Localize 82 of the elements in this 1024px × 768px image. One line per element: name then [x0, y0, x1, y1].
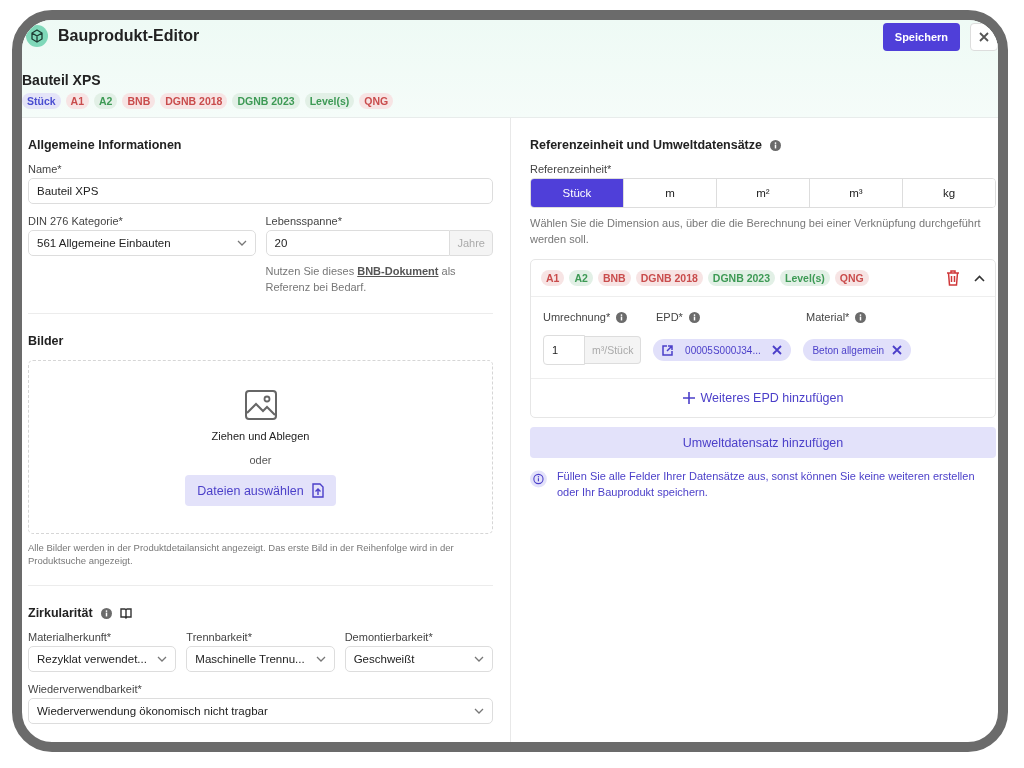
dropdown[interactable]: Maschinelle Trennu... [186, 646, 335, 672]
field-label: Wiederverwendbarkeit* [28, 683, 143, 695]
tag: A2 [569, 270, 593, 286]
book-icon[interactable] [119, 607, 132, 619]
tag: DGNB 2023 [232, 93, 300, 109]
info-icon[interactable] [100, 607, 112, 619]
tag: DGNB 2018 [160, 93, 228, 109]
cube-logo-icon [26, 25, 48, 47]
close-button[interactable] [970, 23, 998, 51]
tag: QNG [359, 93, 394, 109]
tag: DGNB 2018 [635, 270, 703, 286]
tag: BNB [597, 270, 631, 286]
plus-icon [682, 392, 695, 404]
tag: DGNB 2023 [707, 270, 776, 286]
unit-suffix: m³/Stück [585, 336, 642, 364]
epd-id: 00005S000J34... [685, 344, 761, 356]
field-label: Demontierbarkeit* [344, 631, 434, 643]
dialog-title: Bauprodukt-Editor [58, 27, 201, 45]
tag: Level(s) [780, 270, 830, 286]
field-label: Material* [806, 311, 850, 323]
material-chip[interactable]: Beton allgemein [803, 339, 912, 361]
unit-suffix: Jahre [450, 230, 493, 256]
unit-tab[interactable]: Stück [531, 179, 623, 207]
tag: Level(s) [304, 93, 355, 109]
category-dropdown[interactable]: 561 Allgemeine Einbauten [28, 230, 256, 256]
info-icon [530, 468, 547, 490]
section-heading: Bilder [28, 334, 65, 348]
drop-text: Ziehen und Ablegen [211, 430, 310, 442]
upload-icon [311, 483, 324, 498]
drop-zone[interactable]: Ziehen und Ablegen oder Dateien auswählen [28, 360, 493, 534]
hint-text: Nutzen Sie dieses BNB-Dokument als Referenz bei Bedarf. [265, 264, 457, 295]
document-link[interactable]: BNB-Dokument [357, 265, 439, 277]
field-label: Umrechnung* [543, 311, 611, 323]
chevron-up-icon[interactable] [974, 274, 985, 282]
field-label: Trennbarkeit* [186, 631, 253, 643]
info-icon[interactable] [770, 139, 781, 151]
epd-chip[interactable]: 00005S000J34... [653, 339, 792, 361]
chevron-down-icon [157, 656, 168, 662]
chevron-down-icon [474, 708, 484, 714]
close-icon[interactable] [892, 345, 903, 355]
material-name: Beton allgemein [812, 344, 885, 356]
tag: A2 [94, 93, 118, 109]
chevron-down-icon [474, 656, 484, 662]
field-label: Name* [28, 163, 63, 175]
add-epd-button[interactable]: Weiteres EPD hinzufügen [531, 379, 995, 417]
tag: BNB [122, 93, 156, 109]
dropdown[interactable]: Geschweißt [344, 646, 493, 672]
section-heading: Allgemeine Informationen [28, 138, 183, 152]
tag: A1 [65, 93, 90, 109]
hint-text: Wählen Sie die Dimension aus, über die die Berechnung bei einer Verknüpfung durchgeführt werden soll. [530, 216, 982, 247]
info-icon[interactable] [688, 311, 700, 323]
save-button[interactable]: Speichern [882, 23, 960, 51]
field-label: Lebensspanne* [265, 215, 343, 227]
tag: QNG [834, 270, 869, 286]
or-text: oder [249, 454, 272, 466]
external-link-icon[interactable] [662, 344, 674, 356]
image-icon [243, 388, 278, 422]
unit-tab[interactable]: kg [902, 179, 995, 207]
tag: A1 [541, 270, 565, 286]
info-icon[interactable] [616, 311, 628, 323]
section-heading: Zirkularität [28, 606, 93, 620]
notice-text: Füllen Sie alle Felder Ihrer Datensätze aus, sonst können Sie keine weiteren erstellen oder Ihr Bauprodukt speichern. [556, 469, 976, 500]
trash-icon[interactable] [946, 270, 960, 286]
info-icon[interactable] [855, 311, 867, 323]
close-icon[interactable] [979, 32, 989, 42]
images-note: Alle Bilder werden in der Produktdetailansicht angezeigt. Das erste Bild in der Reihenfolge wird in der Produktsuche angezeigt. [28, 541, 455, 567]
tag: Stück [22, 93, 61, 109]
product-name: Bauteil XPS [22, 72, 102, 88]
reusability-dropdown[interactable]: Wiederverwendung ökonomisch nicht tragbar [28, 698, 493, 724]
chevron-down-icon [315, 656, 326, 662]
dropdown[interactable]: Rezyklat verwendet... [28, 646, 177, 672]
field-label: Referenzeinheit* [530, 163, 613, 175]
section-heading: Referenzeinheit und Umweltdatensätze [530, 138, 762, 152]
lifespan-field[interactable]: 20 [265, 230, 451, 256]
chevron-down-icon [236, 240, 247, 246]
field-label: EPD* [656, 311, 683, 323]
close-icon[interactable] [772, 345, 783, 355]
choose-files-button[interactable]: Dateien auswählen [185, 475, 336, 506]
field-label: Materialherkunft* [28, 631, 113, 643]
add-dataset-button[interactable]: Umweltdatensatz hinzufügen [530, 427, 996, 458]
field-label: DIN 276 Kategorie* [28, 215, 124, 227]
name-field[interactable]: Bauteil XPS [28, 178, 493, 204]
